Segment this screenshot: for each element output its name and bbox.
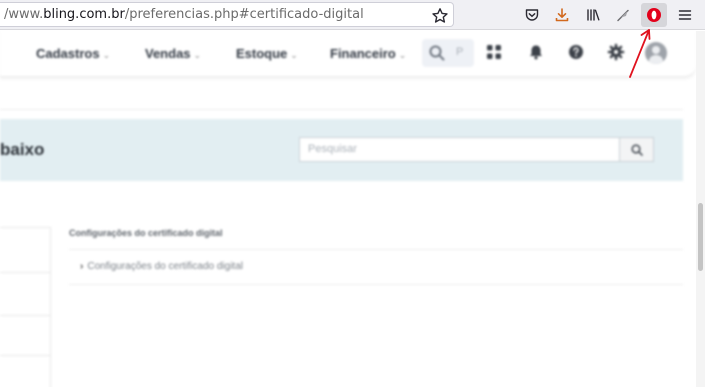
bell-icon[interactable]	[527, 43, 545, 61]
accordion-label: Configurações do certificado digital	[87, 261, 243, 272]
page-title: baixo	[0, 140, 45, 159]
top-navigation: Cadastros ⌄ Vendas ⌄ Estoque ⌄ Financeiro ⌄ …	[0, 31, 696, 77]
section-title: Configurações do certificado digital	[69, 228, 223, 238]
opera-o-icon	[647, 8, 661, 22]
nav-item-financeiro[interactable]: Financeiro ⌄	[330, 46, 406, 61]
divider	[69, 284, 683, 285]
url-path: /preferencias.php#certificado-digital	[124, 7, 364, 22]
page-scrollbar[interactable]	[696, 31, 705, 387]
nav-item-estoque[interactable]: Estoque ⌄	[236, 46, 298, 61]
url-host: bling.com.br	[43, 7, 125, 22]
gear-icon[interactable]	[607, 43, 625, 61]
chevron-right-icon: ›	[80, 261, 84, 272]
scrollbar-thumb[interactable]	[698, 203, 703, 271]
search-icon	[630, 143, 643, 156]
annotation-arrow-icon	[629, 29, 651, 78]
app-content: Cadastros ⌄ Vendas ⌄ Estoque ⌄ Financeiro ⌄ …	[0, 31, 705, 387]
search-placeholder: Pesquisar	[308, 143, 357, 155]
pocket-icon[interactable]	[522, 5, 542, 25]
side-menu-divider	[0, 272, 51, 273]
accordion-certificado[interactable]: › Configurações do certificado digital	[80, 261, 243, 272]
opera-vpn-button[interactable]	[641, 3, 667, 27]
nav-item-vendas[interactable]: Vendas ⌄	[145, 46, 201, 61]
help-icon[interactable]	[567, 43, 585, 61]
search-icon	[429, 45, 445, 61]
divider	[0, 109, 683, 110]
bookmark-star-icon[interactable]	[431, 7, 449, 25]
divider	[69, 249, 683, 250]
search-button[interactable]	[620, 137, 654, 162]
url-text: /www.bling.com.br/preferencias.php#certi…	[4, 7, 364, 22]
side-menu-divider	[0, 315, 51, 316]
hamburger-menu-icon[interactable]	[675, 5, 695, 25]
search-input[interactable]: Pesquisar	[299, 137, 620, 162]
page-viewport: Cadastros ⌄ Vendas ⌄ Estoque ⌄ Financeiro ⌄ …	[0, 31, 705, 387]
side-menu-divider	[0, 355, 51, 356]
settings-side-menu	[0, 227, 51, 387]
url-bar[interactable]: /www.bling.com.br/preferencias.php#certi…	[0, 2, 454, 27]
nav-search-placeholder: P	[456, 46, 464, 58]
nav-search-input[interactable]: P	[422, 39, 474, 67]
download-icon[interactable]	[552, 5, 572, 25]
page-header: baixo Pesquisar	[0, 119, 683, 181]
browser-toolbar: /www.bling.com.br/preferencias.php#certi…	[0, 0, 705, 30]
library-icon[interactable]	[583, 5, 603, 25]
nav-item-cadastros[interactable]: Cadastros ⌄	[36, 46, 110, 61]
feather-icon[interactable]	[613, 5, 633, 25]
apps-grid-icon[interactable]	[485, 43, 503, 61]
